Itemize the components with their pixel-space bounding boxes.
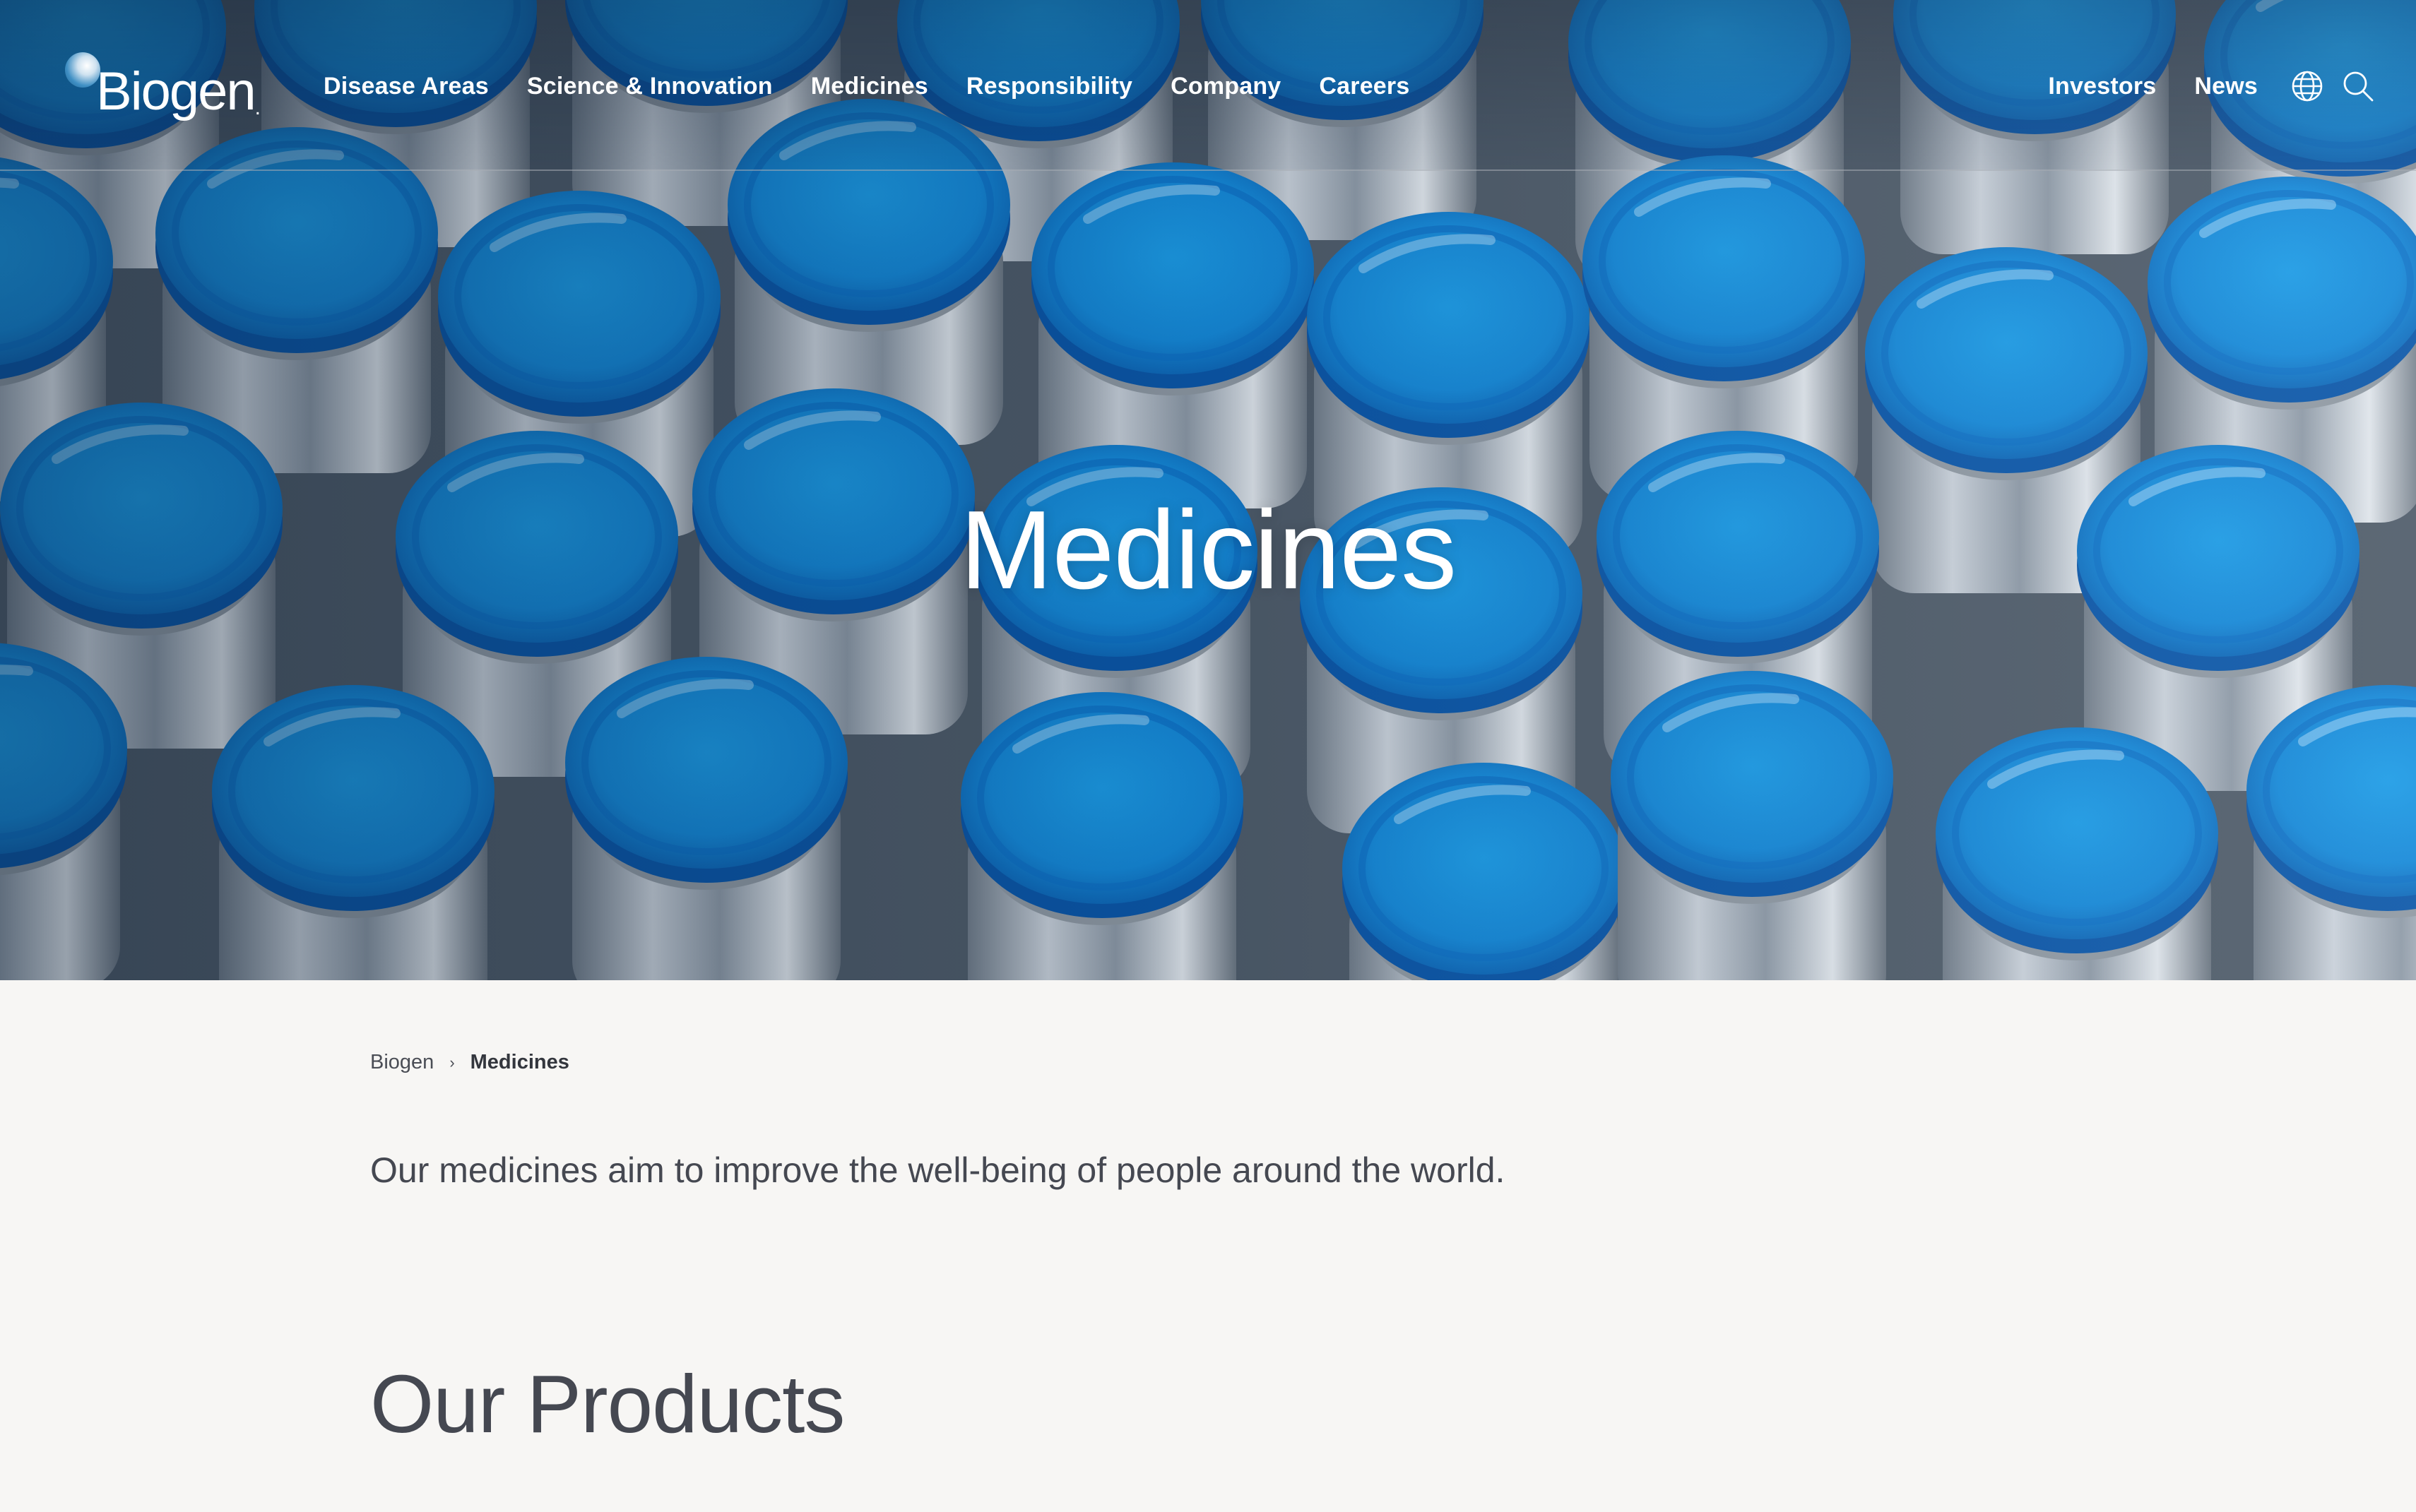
- breadcrumb-home-link[interactable]: Biogen: [370, 1051, 434, 1074]
- logo-mark-icon: [65, 52, 100, 88]
- hero-banner: Biogen . Disease Areas Science & Innovat…: [0, 0, 2416, 980]
- search-icon[interactable]: [2340, 68, 2376, 105]
- nav-item-careers[interactable]: Careers: [1319, 68, 1409, 105]
- intro-text: Our medicines aim to improve the well-be…: [370, 1150, 1505, 1190]
- section-title-our-products: Our Products: [370, 1358, 845, 1450]
- site-header: Biogen . Disease Areas Science & Innovat…: [0, 0, 2416, 171]
- logo-text: Biogen: [96, 61, 256, 121]
- nav-item-medicines[interactable]: Medicines: [811, 68, 928, 105]
- primary-nav: Disease Areas Science & Innovation Medic…: [324, 68, 1447, 105]
- biogen-logo[interactable]: Biogen .: [65, 49, 261, 119]
- nav-item-news[interactable]: News: [2194, 68, 2258, 105]
- nav-item-company[interactable]: Company: [1171, 68, 1281, 105]
- secondary-nav: Investors News: [2048, 68, 2376, 105]
- globe-icon[interactable]: [2289, 68, 2326, 105]
- page: Biogen . Disease Areas Science & Innovat…: [0, 0, 2416, 1512]
- breadcrumb-separator: ›: [449, 1053, 455, 1071]
- breadcrumb-current: Medicines: [470, 1051, 569, 1073]
- nav-item-disease-areas[interactable]: Disease Areas: [324, 68, 489, 105]
- logo-dot: .: [254, 96, 261, 119]
- main-content: Biogen › Medicines Our medicines aim to …: [0, 980, 2416, 1512]
- nav-item-investors[interactable]: Investors: [2048, 68, 2156, 105]
- nav-item-science-innovation[interactable]: Science & Innovation: [527, 68, 773, 105]
- breadcrumb: Biogen › Medicines: [370, 1051, 569, 1074]
- hero-title: Medicines: [959, 488, 1457, 612]
- nav-item-responsibility[interactable]: Responsibility: [966, 68, 1132, 105]
